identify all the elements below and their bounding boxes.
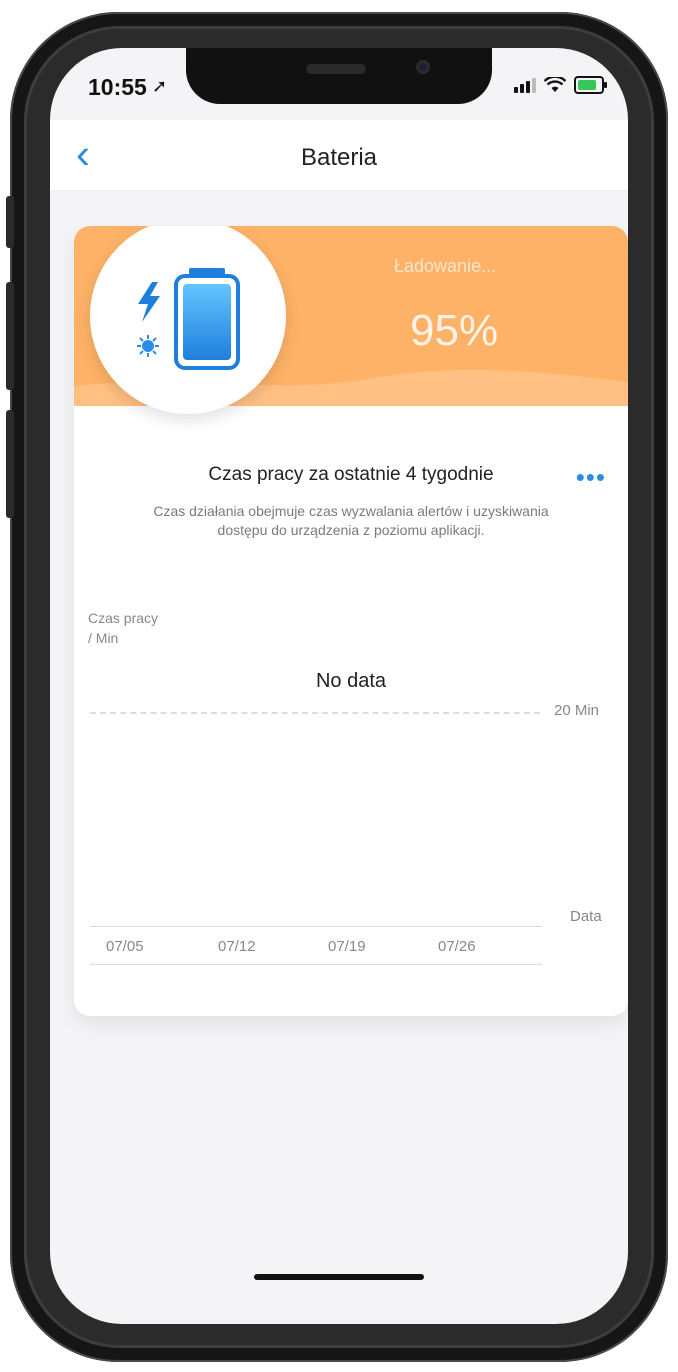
battery-percent: 95% (410, 306, 499, 355)
battery-illustration-svg (137, 268, 240, 370)
home-indicator[interactable] (254, 1274, 424, 1280)
battery-level-fill (578, 80, 596, 90)
y-axis-label-text: Czas pracy / Min (88, 610, 159, 646)
x-tick-label: 07/26 (438, 938, 476, 955)
battery-illustration (90, 226, 286, 414)
speaker (306, 64, 366, 74)
lightning-icon (138, 282, 160, 322)
front-camera (416, 60, 430, 74)
chart-gridline (90, 712, 540, 714)
usage-description: Czas działania obejmuje czas wyzwalania … (153, 503, 549, 538)
page-title: Bateria (300, 144, 378, 171)
battery-icon (174, 268, 240, 370)
more-dots-icon[interactable]: ••• (576, 462, 606, 493)
gridline-label: 20 Min (554, 702, 600, 719)
location-arrow-icon: ➚ (152, 76, 168, 96)
usage-title: Czas pracy za ostatnie 4 tygodnie (208, 464, 494, 485)
screen: 10:55 ➚ ‹ Bateria Ładowanie... 95% Czas … (50, 48, 628, 1324)
volume-up-button (6, 282, 14, 390)
status-icons (514, 76, 607, 94)
status-time: 10:55 (88, 74, 147, 100)
notch (186, 48, 492, 104)
x-tick-label: 07/19 (328, 938, 366, 955)
x-axis-baseline (90, 964, 542, 965)
battery-charging-icon (574, 76, 607, 94)
volume-down-button (6, 410, 14, 518)
signal-icon (514, 77, 536, 93)
sun-icon (137, 335, 159, 357)
y-axis-label: Czas pracy / Min (88, 608, 158, 648)
x-tick-label: 07/05 (106, 938, 144, 955)
wifi-icon (544, 77, 566, 92)
x-axis-label: Data (570, 908, 602, 925)
mute-switch (6, 196, 14, 248)
nav-bar: ‹ Bateria (50, 120, 628, 191)
no-data-message: No data (315, 670, 387, 692)
x-tick-label: 07/12 (218, 938, 256, 955)
battery-card: Ładowanie... 95% Czas pracy za ostatnie … (74, 226, 628, 1016)
charging-status-label: Ładowanie... (394, 256, 497, 276)
x-axis-line (90, 926, 542, 927)
